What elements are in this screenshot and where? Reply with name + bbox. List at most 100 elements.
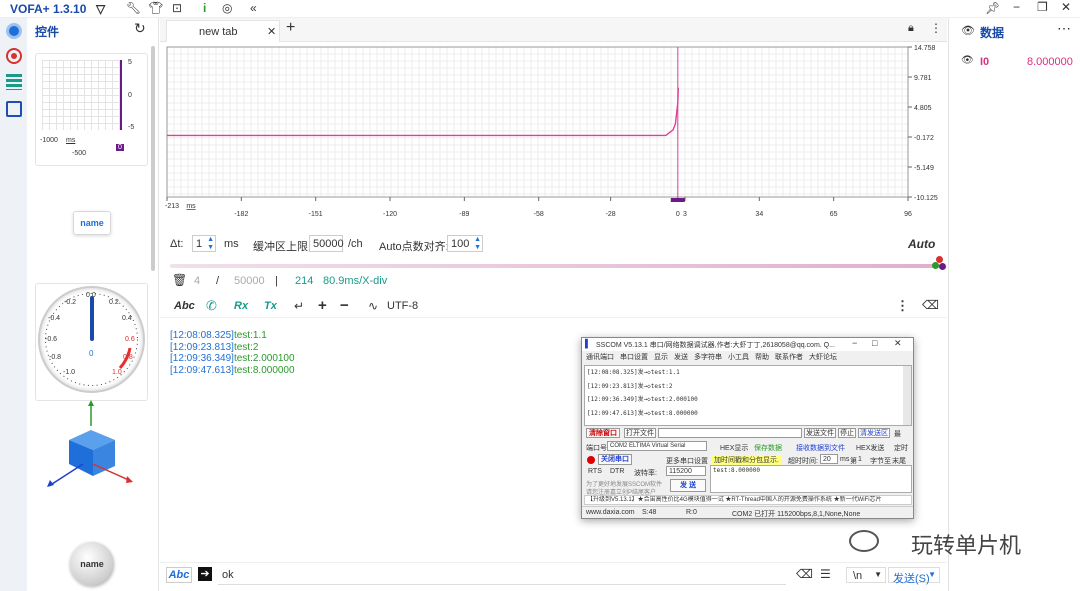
sscom-menu-item[interactable]: 小工具	[728, 352, 749, 363]
lock-icon[interactable]: 🔒︎	[908, 22, 914, 35]
sscom-open-file[interactable]: 打开文件	[624, 428, 656, 438]
sscom-menu-item[interactable]: 帮助	[755, 352, 769, 363]
name-button[interactable]: name	[73, 211, 111, 235]
sscom-menu-item[interactable]: 通讯端口	[586, 352, 614, 363]
send-abc-button[interactable]: Abc	[166, 567, 192, 583]
zoom-out-button[interactable]: −	[340, 297, 349, 314]
sscom-clear-window[interactable]: 清除窗口	[586, 428, 620, 438]
sscom-timeout-input[interactable]: 20	[820, 454, 838, 464]
gauge-widget[interactable]: -0.2 0.0 0.2 -0.4 0.4 -0.6 0.6 -0.8 0.8 …	[35, 283, 148, 401]
log-line: [12:09:47.613]test:8.000000	[170, 365, 570, 377]
abc-button[interactable]: Abc	[174, 300, 195, 312]
close-icon[interactable]: ✕	[1061, 0, 1071, 14]
sscom-maximize-icon[interactable]: □	[872, 338, 877, 348]
minimize-icon[interactable]: −	[1013, 0, 1020, 14]
sscom-rts[interactable]: RTS	[588, 468, 602, 475]
sscom-clear-send[interactable]: 清发送区	[858, 428, 890, 438]
sscom-port-select[interactable]: COM2 ELTIMA Virtual Serial	[607, 441, 707, 451]
sscom-recv-to-file[interactable]: 接收数据到文件	[796, 443, 845, 453]
send-mode-icon[interactable]: ➔	[198, 567, 212, 581]
sscom-save-data[interactable]: 保存数据	[754, 443, 782, 453]
maximize-icon[interactable]: ❐	[1037, 0, 1048, 14]
sscom-close-port[interactable]: 关闭串口	[598, 454, 632, 465]
newline-select[interactable]: \n ▼	[846, 567, 886, 583]
sscom-minimize-icon[interactable]: −	[852, 338, 857, 348]
visibility-icon[interactable]: 👁︎	[961, 55, 974, 66]
rx-button[interactable]: Rx	[234, 300, 248, 312]
screenshot-icon[interactable]: ⊡	[172, 1, 182, 15]
waveform-chart[interactable]: 14.758 9.781 4.805 -0.172 -5.149 -10.125 -213 m…	[160, 42, 947, 222]
sscom-menu-item[interactable]: 大虾论坛	[809, 352, 837, 363]
color-dots-icon[interactable]	[932, 256, 948, 272]
mini-chart-widget[interactable]: 5 0 -5 -1000 ms -500 0	[35, 53, 148, 166]
zoom-in-button[interactable]: +	[318, 297, 327, 314]
sscom-hex-display[interactable]: HEX显示	[720, 443, 748, 453]
scrollbar[interactable]	[151, 46, 155, 271]
sscom-send-file[interactable]: 发送文件	[804, 428, 836, 438]
controls-icon[interactable]	[6, 23, 22, 39]
sscom-topmost[interactable]: 最	[894, 429, 901, 439]
tx-button[interactable]: Tx	[264, 300, 277, 312]
sscom-menu-item[interactable]: 显示	[654, 352, 668, 363]
auto-label[interactable]: Auto	[908, 237, 935, 251]
sscom-file-path[interactable]	[658, 428, 802, 438]
phone-icon[interactable]: ✆	[206, 298, 217, 314]
sscom-scrollbar[interactable]	[903, 366, 911, 425]
refresh-icon[interactable]: ↻	[134, 20, 146, 37]
tab-close-icon[interactable]: ✕	[267, 25, 276, 38]
encoding-select[interactable]: UTF-8	[387, 300, 418, 312]
dt-spinbox[interactable]: 1 ▲ ▼	[192, 235, 216, 252]
sscom-menu-item[interactable]: 多字符串	[694, 352, 722, 363]
enter-icon[interactable]: ↵	[294, 299, 304, 313]
vofa-logo-icon[interactable]: ▽	[96, 2, 105, 16]
wrench-icon[interactable]: 🔧︎	[126, 1, 141, 15]
info-icon[interactable]: i	[203, 1, 206, 15]
tab-more-icon[interactable]: ⋮	[930, 21, 942, 35]
sscom-timed[interactable]: 定时	[894, 443, 908, 453]
pin-icon[interactable]: 📌︎	[985, 1, 1000, 15]
sscom-stop[interactable]: 停止	[838, 428, 856, 438]
sscom-send-area[interactable]: test:8.000000	[710, 465, 912, 493]
send-history-icon[interactable]: ☰	[820, 567, 831, 581]
sscom-timestamp-checkbox[interactable]: 加时间戳和分包显示.	[712, 455, 781, 465]
tab-new-tab[interactable]: new tab ✕	[166, 20, 280, 42]
data-row[interactable]: 👁︎ I0 8.000000	[949, 54, 1080, 70]
collapse-icon[interactable]: «	[250, 1, 257, 15]
shirt-icon[interactable]: 👕︎	[148, 1, 163, 15]
sscom-send-button[interactable]: 发 送	[670, 479, 706, 492]
sscom-close-icon[interactable]: ✕	[894, 338, 902, 349]
console-more-icon[interactable]: ⋮	[896, 298, 909, 314]
sscom-menu-item[interactable]: 发送	[674, 352, 688, 363]
sscom-baud-select[interactable]: 115200	[666, 466, 706, 476]
sscom-menu-item[interactable]: 串口设置	[620, 352, 648, 363]
sscom-more-settings[interactable]: 更多串口设置	[666, 456, 708, 466]
windows-icon[interactable]	[6, 101, 22, 117]
data-panel-more-icon[interactable]: ⋯	[1057, 20, 1071, 37]
view-slider[interactable]	[170, 264, 940, 268]
chevron-down-icon: ▼	[928, 570, 936, 579]
spin-arrows-icon[interactable]: ▲ ▼	[474, 236, 481, 252]
cursor-handle[interactable]	[670, 198, 685, 202]
buffer-input[interactable]: 50000	[309, 235, 344, 252]
send-input[interactable]: ok	[218, 565, 786, 585]
sscom-dtr[interactable]: DTR	[610, 468, 624, 475]
waveform-icon[interactable]: ∿	[368, 299, 378, 313]
round-name-button[interactable]: name	[70, 542, 114, 586]
sscom-hex-send[interactable]: HEX发送	[856, 443, 884, 453]
spin-arrows-icon[interactable]: ▲ ▼	[207, 236, 214, 252]
send-eraser-icon[interactable]: ⌫	[796, 567, 813, 581]
sscom-menu-item[interactable]: 联系作者	[775, 352, 803, 363]
send-button[interactable]: 发送(S) ▼	[888, 567, 940, 585]
fingerprint-icon[interactable]: ◎	[222, 1, 232, 15]
eye-icon[interactable]: 👁︎	[961, 24, 975, 37]
auto-align-spinbox[interactable]: 100 ▲ ▼	[447, 235, 483, 252]
sscom-byte-value[interactable]: 1	[858, 456, 862, 463]
sscom-receive-area[interactable]: [12:08:08.325]发→◇test:1.1 [12:09:23.813]…	[584, 365, 912, 426]
stat-count: 4	[194, 275, 201, 287]
add-tab-icon[interactable]: +	[286, 19, 295, 37]
trash-icon[interactable]: 🗑︎	[172, 273, 187, 287]
record-icon[interactable]	[6, 48, 22, 64]
cube-widget[interactable]	[35, 396, 148, 506]
data-list-icon[interactable]	[6, 74, 22, 90]
eraser-icon[interactable]: ⌫	[922, 298, 939, 312]
